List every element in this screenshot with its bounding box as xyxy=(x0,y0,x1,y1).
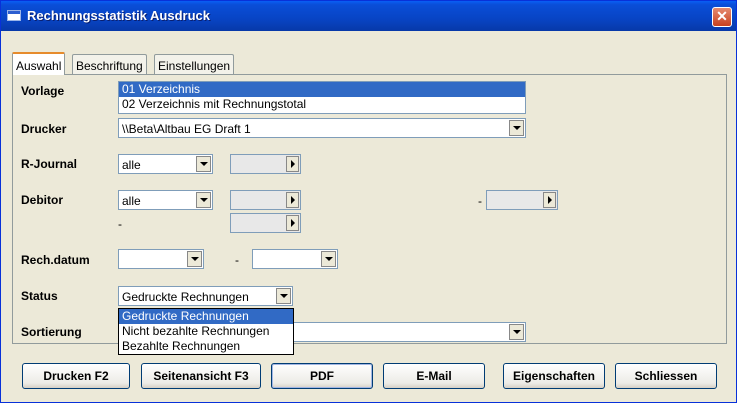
debitor-below-dash: - xyxy=(118,217,122,231)
drucker-select[interactable]: \\Beta\Altbau EG Draft 1 xyxy=(118,118,526,138)
chevron-down-icon[interactable] xyxy=(509,120,524,136)
chevron-down-icon[interactable] xyxy=(276,288,291,304)
chevron-right-icon[interactable] xyxy=(286,215,299,231)
schliessen-button[interactable]: Schliessen xyxy=(615,363,717,389)
email-button[interactable]: E-Mail xyxy=(383,363,485,389)
drucken-button[interactable]: Drucken F2 xyxy=(22,363,130,389)
debitor-from-field[interactable] xyxy=(230,190,301,210)
vorlage-label: Vorlage xyxy=(21,84,65,98)
title-bar[interactable]: Rechnungsstatistik Ausdruck ✕ xyxy=(1,1,736,31)
sortierung-label: Sortierung xyxy=(21,325,82,339)
rjournal-lookup-field[interactable] xyxy=(230,154,301,174)
close-button[interactable]: ✕ xyxy=(712,7,732,27)
chevron-right-icon[interactable] xyxy=(543,192,556,208)
status-label: Status xyxy=(21,289,58,303)
drucker-label: Drucker xyxy=(21,122,67,136)
vorlage-listbox[interactable]: 01 Verzeichnis 02 Verzeichnis mit Rechnu… xyxy=(118,81,526,114)
rjournal-label: R-Journal xyxy=(21,157,78,171)
status-value: Gedruckte Rechnungen xyxy=(122,290,249,304)
rechdatum-label: Rech.datum xyxy=(21,253,90,267)
chevron-right-icon[interactable] xyxy=(286,192,299,208)
rechdatum-to-select[interactable] xyxy=(252,249,338,269)
tab-einstellungen[interactable]: Einstellungen xyxy=(154,54,235,74)
chevron-right-icon[interactable] xyxy=(286,156,299,172)
status-option[interactable]: Gedruckte Rechnungen xyxy=(119,309,293,324)
window-title: Rechnungsstatistik Ausdruck xyxy=(27,8,211,23)
rechdatum-from-select[interactable] xyxy=(118,249,204,269)
pdf-button[interactable]: PDF xyxy=(271,363,373,389)
status-select[interactable]: Gedruckte Rechnungen xyxy=(118,286,293,306)
status-option[interactable]: Nicht bezahlte Rechnungen xyxy=(119,324,293,339)
debitor-label: Debitor xyxy=(21,193,63,207)
vorlage-item[interactable]: 01 Verzeichnis xyxy=(119,82,525,97)
eigenschaften-button[interactable]: Eigenschaften xyxy=(503,363,605,389)
dialog-window: Rechnungsstatistik Ausdruck ✕ Auswahl Be… xyxy=(0,0,737,403)
drucker-value: \\Beta\Altbau EG Draft 1 xyxy=(122,122,251,136)
rechdatum-dash: - xyxy=(235,253,239,267)
tab-beschriftung[interactable]: Beschriftung xyxy=(72,54,147,74)
chevron-down-icon[interactable] xyxy=(196,156,211,172)
status-dropdown-list[interactable]: Gedruckte Rechnungen Nicht bezahlte Rech… xyxy=(118,308,294,355)
chevron-down-icon[interactable] xyxy=(196,192,211,208)
vorlage-item[interactable]: 02 Verzeichnis mit Rechnungstotal xyxy=(119,97,525,112)
chevron-down-icon[interactable] xyxy=(321,251,336,267)
rjournal-select[interactable]: alle xyxy=(118,154,213,174)
rjournal-value: alle xyxy=(122,158,141,172)
window-icon xyxy=(7,10,21,21)
debitor-select[interactable]: alle xyxy=(118,190,213,210)
tab-auswahl[interactable]: Auswahl xyxy=(12,52,66,75)
debitor-second-field[interactable] xyxy=(230,213,301,233)
debitor-range-dash: - xyxy=(478,194,482,208)
seitenansicht-button[interactable]: Seitenansicht F3 xyxy=(141,363,261,389)
debitor-to-field[interactable] xyxy=(486,190,558,210)
chevron-down-icon[interactable] xyxy=(509,324,524,340)
chevron-down-icon[interactable] xyxy=(187,251,202,267)
status-option[interactable]: Bezahlte Rechnungen xyxy=(119,339,293,354)
debitor-value: alle xyxy=(122,194,141,208)
